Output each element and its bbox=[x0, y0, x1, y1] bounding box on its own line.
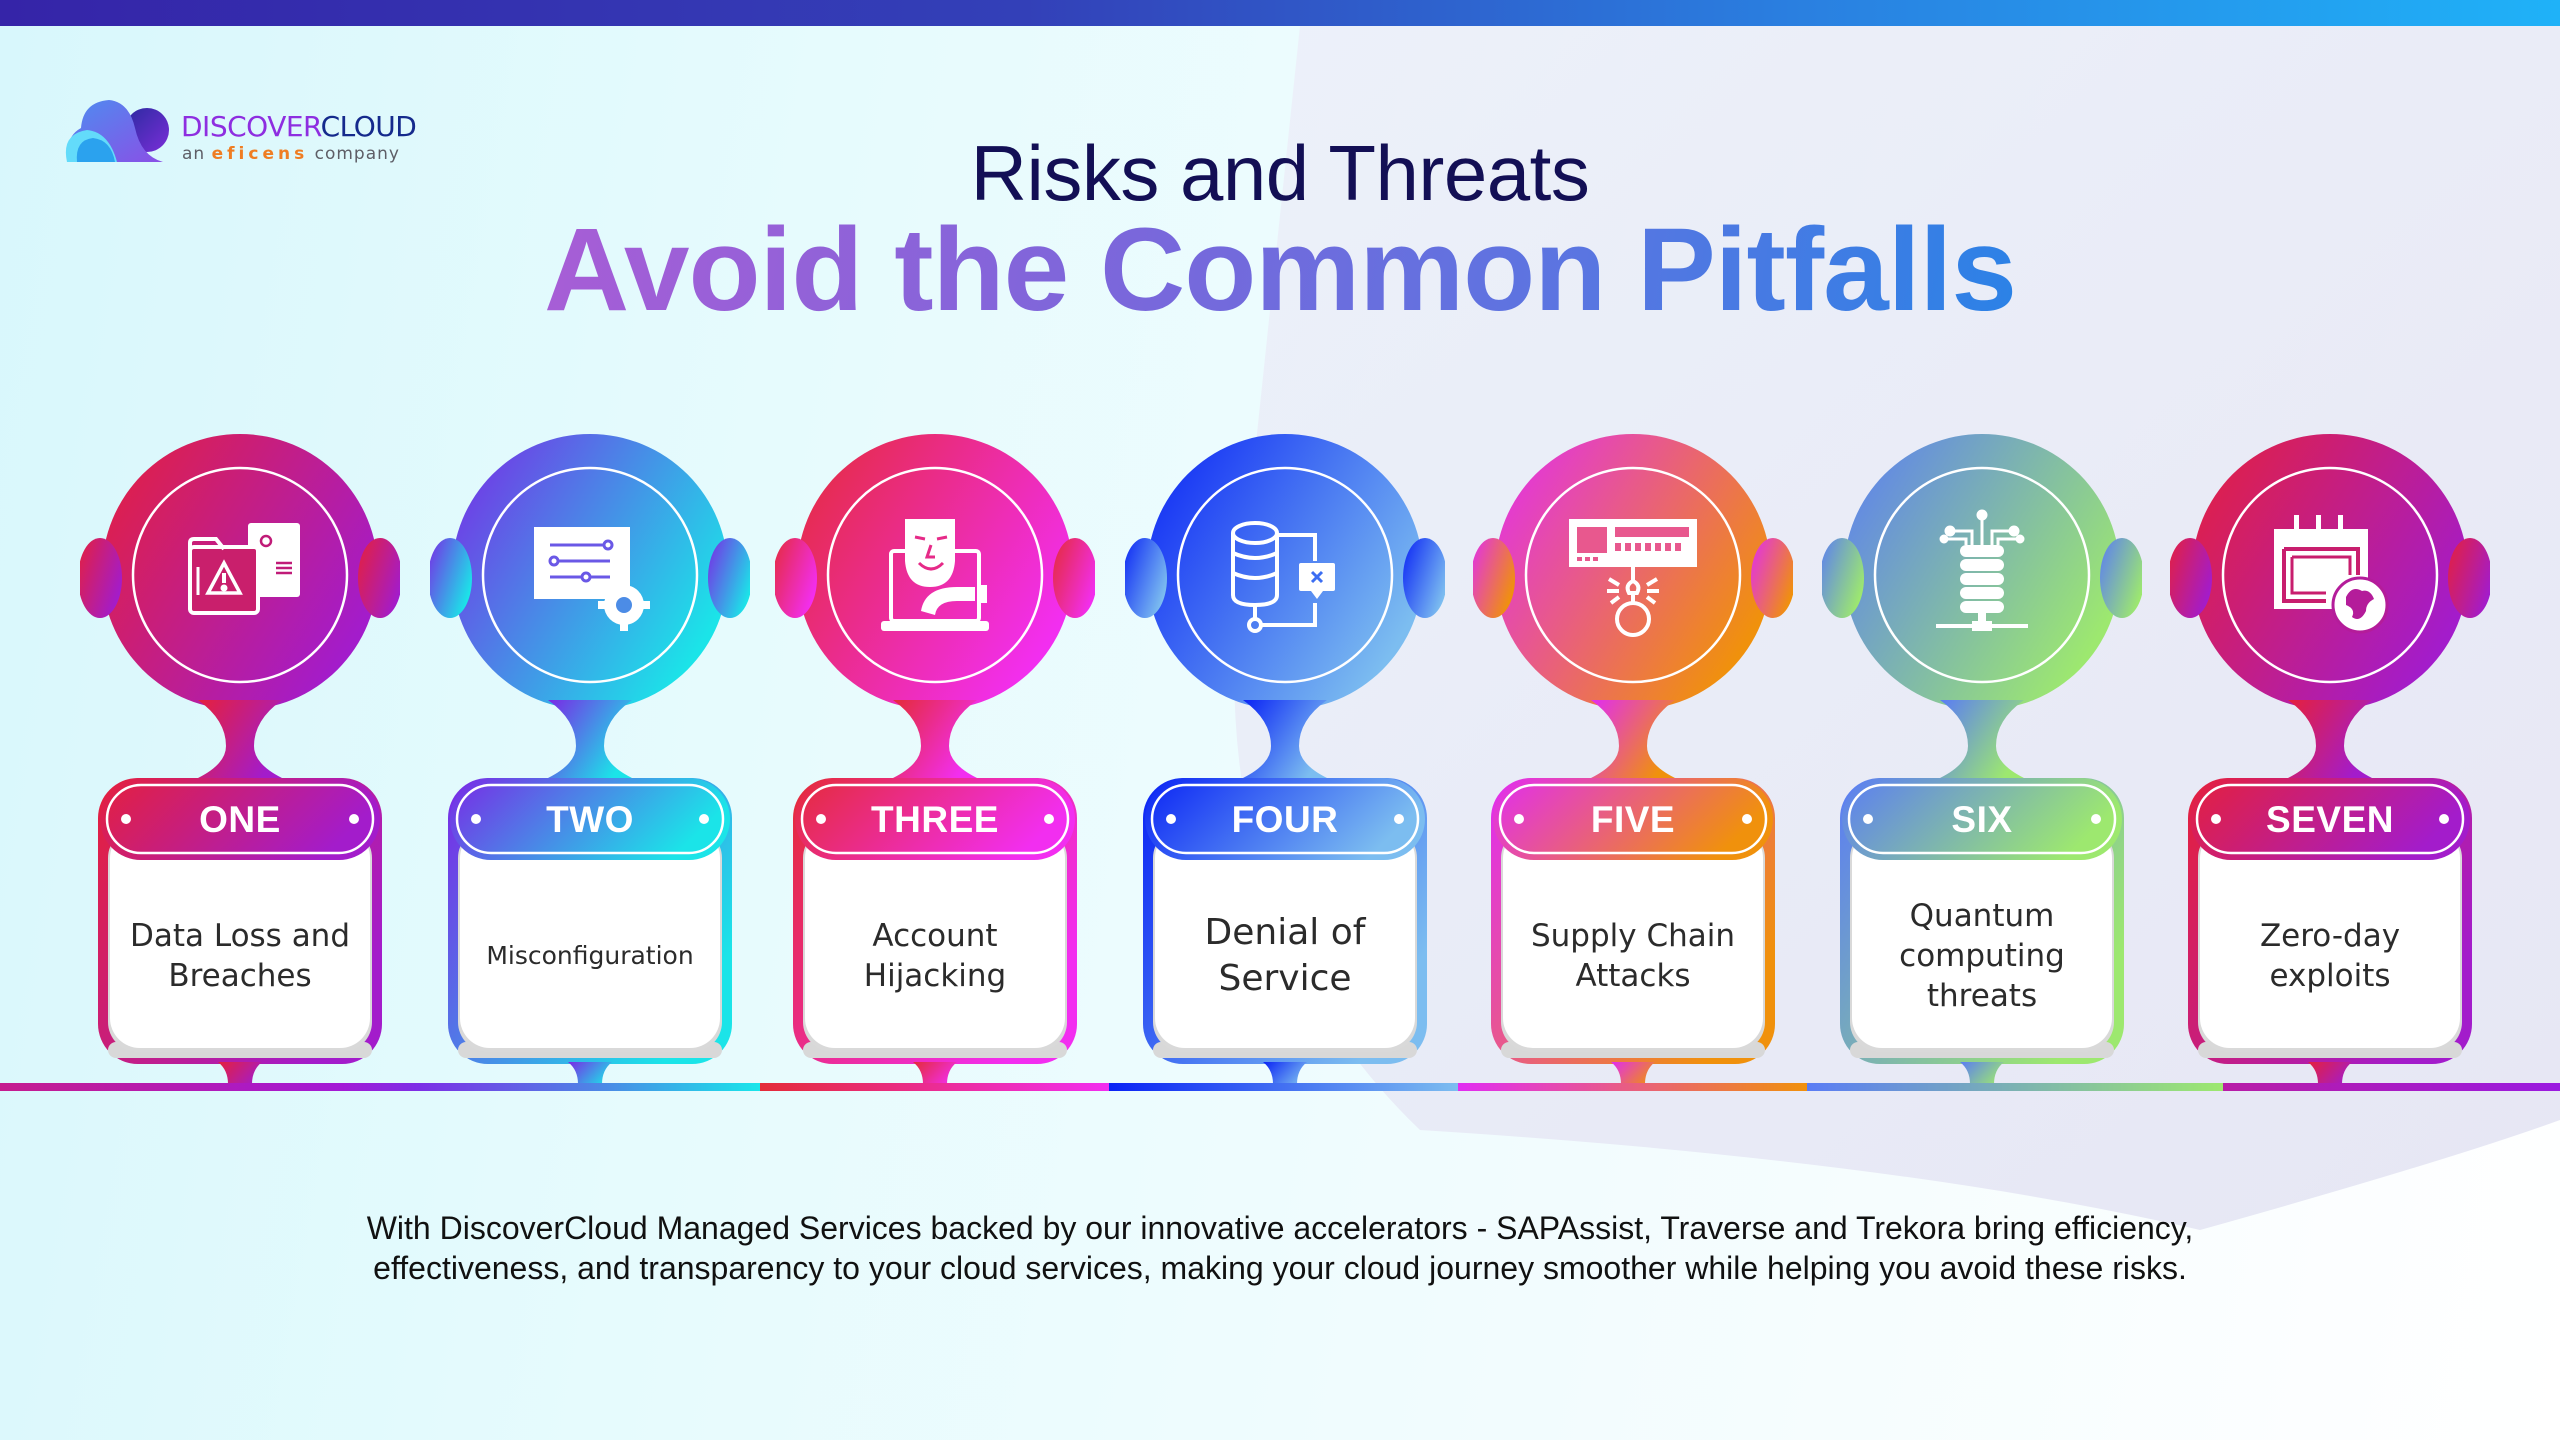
item-number: SEVEN bbox=[2266, 799, 2394, 840]
risk-item-six[interactable]: SIX Quantum computing threats bbox=[1822, 430, 2142, 1090]
risk-item-one[interactable]: ONE Data Loss and Breaches bbox=[80, 430, 400, 1090]
timeline-segment bbox=[0, 1083, 760, 1091]
item-number: SIX bbox=[1951, 799, 2013, 840]
database-error-icon bbox=[1215, 505, 1355, 645]
calendar-globe-icon bbox=[2260, 505, 2400, 645]
server-hook-icon bbox=[1563, 505, 1703, 645]
risk-items: ONE Data Loss and Breaches TWO Misconfig… bbox=[0, 0, 2560, 1100]
timeline-segment bbox=[760, 1083, 1109, 1091]
item-label: Account Hijacking bbox=[863, 918, 1007, 994]
risk-item-four[interactable]: FOUR Denial of Service bbox=[1125, 430, 1445, 1090]
timeline-segment bbox=[1807, 1083, 2223, 1091]
settings-config-icon bbox=[520, 505, 660, 645]
footer-text: With DiscoverCloud Managed Services back… bbox=[0, 1208, 2560, 1288]
footer-line-2: effectiveness, and transparency to your … bbox=[373, 1250, 2187, 1286]
item-label: Misconfiguration bbox=[486, 941, 694, 970]
timeline-segment bbox=[1458, 1083, 1807, 1091]
item-number: THREE bbox=[871, 799, 999, 840]
item-label: Denial of Service bbox=[1204, 912, 1366, 999]
item-number: ONE bbox=[199, 799, 281, 840]
risk-item-five[interactable]: FIVE Supply Chain Attacks bbox=[1473, 430, 1793, 1090]
timeline-segment bbox=[1109, 1083, 1458, 1091]
data-breach-folder-icon bbox=[170, 505, 310, 645]
timeline-segment bbox=[2223, 1083, 2560, 1091]
item-label: Quantum computing threats bbox=[1899, 898, 2065, 1014]
risk-item-seven[interactable]: SEVEN Zero-day exploits bbox=[2170, 430, 2490, 1090]
hacker-mask-laptop-icon bbox=[865, 505, 1005, 645]
footer-line-1: With DiscoverCloud Managed Services back… bbox=[366, 1210, 2194, 1246]
item-label: Zero-day exploits bbox=[2259, 918, 2401, 994]
risk-item-two[interactable]: TWO Misconfiguration bbox=[430, 430, 750, 1090]
item-label: Data Loss and Breaches bbox=[129, 918, 351, 994]
quantum-server-icon bbox=[1912, 505, 2052, 645]
item-number: FOUR bbox=[1231, 799, 1339, 840]
timeline-line bbox=[0, 1083, 2560, 1091]
risk-item-three[interactable]: THREE Account Hijacking bbox=[775, 430, 1095, 1090]
item-number: FIVE bbox=[1590, 799, 1676, 840]
item-label: Supply Chain Attacks bbox=[1530, 918, 1736, 994]
item-number: TWO bbox=[546, 799, 634, 840]
